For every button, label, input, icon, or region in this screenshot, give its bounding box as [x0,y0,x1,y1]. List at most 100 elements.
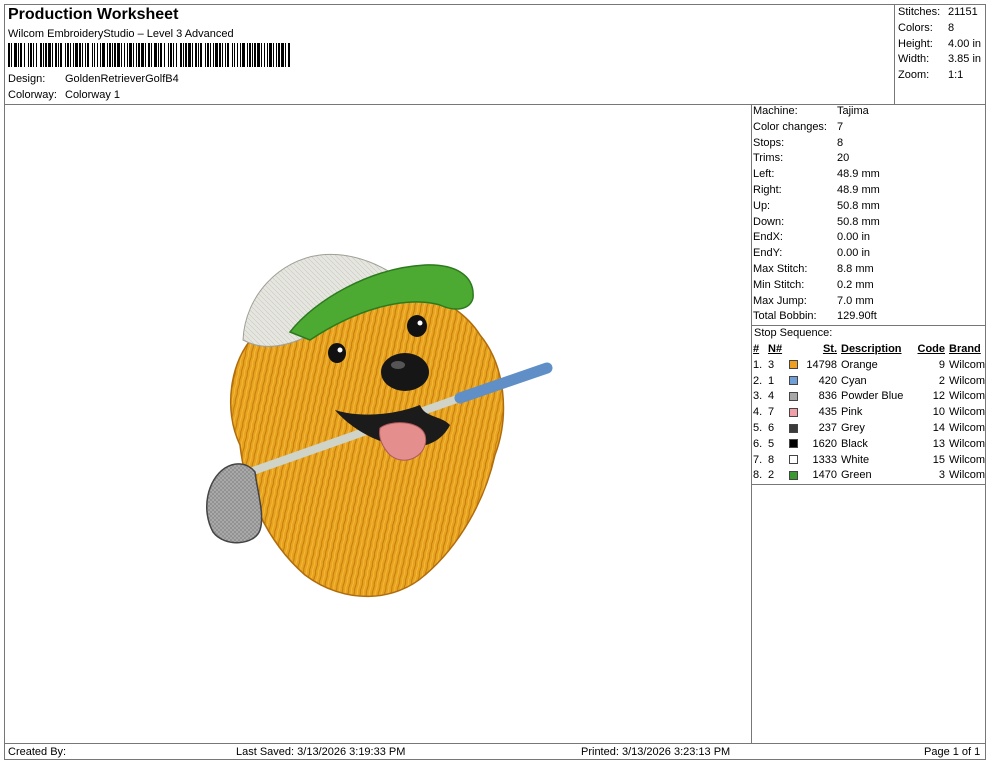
color-swatch-box [789,423,798,433]
thread-description: Orange [841,358,878,371]
color-swatch-box [789,360,798,370]
stop-number: 4. [753,406,763,419]
summary-stitches-value: 21151 [948,6,978,18]
software-subtitle: Wilcom EmbroideryStudio – Level 3 Advanc… [8,28,234,40]
stop-sequence-title: Stop Sequence: [754,327,833,339]
footer-last-saved: Last Saved: 3/13/2026 3:19:33 PM [236,746,406,758]
stat-label: Max Stitch: [753,262,808,275]
summary-width-label: Width: [898,53,930,65]
footer-created-by: Created By: [8,746,67,758]
stat-value: 48.9 mm [837,183,880,196]
stat-row: Color changes: 7 [753,120,880,136]
stat-row: EndY: 0.00 in [753,246,880,262]
design-value: GoldenRetrieverGolfB4 [65,73,179,85]
thread-description: White [841,453,870,466]
stat-label: Color changes: [753,120,827,133]
stat-row: Up: 50.8 mm [753,199,880,215]
page-title: Production Worksheet [8,6,179,23]
colorway-label: Colorway: [8,89,57,101]
needle-number: 6 [768,421,775,434]
golf-club-head [206,463,263,544]
thread-description: Cyan [841,374,867,387]
color-swatch-box [789,376,798,386]
thread-code: 15 [932,453,945,466]
stat-value: 48.9 mm [837,168,880,181]
summary-width-value: 3.85 in [948,53,982,65]
summary-colors-value: 8 [948,22,955,34]
color-swatch [789,374,801,390]
col-num: # [753,343,760,355]
needle-number: 1 [768,374,775,387]
stat-label: Left: [753,168,775,181]
thread-code: 9 [938,358,945,371]
stat-value: 8 [837,136,844,149]
color-swatch-box [789,407,798,417]
stat-value: 0.00 in [837,247,871,260]
thread-brand: Wilcom [949,469,986,482]
stitch-count: 1470 [812,469,837,482]
stat-value: Tajima [837,105,869,117]
barcode [8,43,294,67]
color-swatch [789,453,801,469]
summary-zoom-label: Zoom: [898,69,930,81]
stop-sequence-row: 7. 8 1333 White 15 Wilcom [753,453,989,469]
stat-label: Min Stitch: [753,278,805,291]
footer-printed: Printed: 3/13/2026 3:23:13 PM [581,746,731,758]
needle-number: 3 [768,358,775,371]
summary-stitches-label: Stitches: [898,6,941,18]
stat-label: EndX: [753,231,783,244]
stat-value: 50.8 mm [837,215,880,228]
stat-label: EndY: [753,247,783,260]
thread-brand: Wilcom [949,374,986,387]
color-swatch-box [789,470,798,480]
color-swatch [789,468,801,484]
stop-sequence-row: 2. 1 420 Cyan 2 Wilcom [753,374,989,390]
thread-brand: Wilcom [949,453,986,466]
col-needle: N# [768,343,783,355]
needle-number: 5 [768,437,775,450]
stitch-count: 14798 [806,358,837,371]
stat-row: Machine: Tajima [753,104,880,120]
stat-value: 0.2 mm [837,278,874,291]
thread-description: Grey [841,421,865,434]
needle-number: 2 [768,469,775,482]
embroidery-design-image [206,253,553,598]
thread-brand: Wilcom [949,437,986,450]
thread-code: 10 [932,406,945,419]
stop-sequence-table: # N# St. Description Code Brand 1. 3 14798… [753,342,989,484]
color-swatch-box [789,455,798,465]
stop-sequence-row: 5. 6 237 Grey 14 Wilcom [753,421,989,437]
thread-description: Green [841,469,872,482]
thread-brand: Wilcom [949,421,986,434]
stat-label: Total Bobbin: [753,310,817,323]
stat-label: Machine: [753,105,798,117]
thread-code: 2 [938,374,945,387]
col-code: Code [917,343,946,355]
color-swatch-box [789,391,798,401]
stop-sequence-row: 3. 4 836 Powder Blue 12 Wilcom [753,389,989,405]
stat-row: Max Stitch: 8.8 mm [753,262,880,278]
stat-row: Max Jump: 7.0 mm [753,294,880,310]
col-stitches: St. [822,343,837,355]
footer-page-number: Page 1 of 1 [924,746,981,758]
thread-code: 14 [932,421,945,434]
thread-brand: Wilcom [949,390,986,403]
stop-sequence-row: 6. 5 1620 Black 13 Wilcom [753,437,989,453]
machine-stats-table: Machine: Tajima Color changes: 7 Stops: 8 Trim… [753,104,880,325]
color-swatch [789,437,801,453]
thread-code: 12 [932,390,945,403]
stat-row: Total Bobbin: 129.90ft [753,309,880,325]
summary-height-label: Height: [898,38,933,50]
thread-description: Powder Blue [841,390,904,403]
stat-row: Min Stitch: 0.2 mm [753,278,880,294]
stop-number: 7. [753,453,763,466]
stop-sequence-row: 8. 2 1470 Green 3 Wilcom [753,468,989,484]
col-description: Description [841,343,902,355]
thread-brand: Wilcom [949,406,986,419]
stitch-count: 1333 [812,453,837,466]
stitch-count: 836 [818,390,837,403]
stitch-count: 420 [818,374,837,387]
summary-zoom-value: 1:1 [948,69,964,81]
stop-sequence-row: 1. 3 14798 Orange 9 Wilcom [753,358,989,374]
stat-row: Trims: 20 [753,151,880,167]
